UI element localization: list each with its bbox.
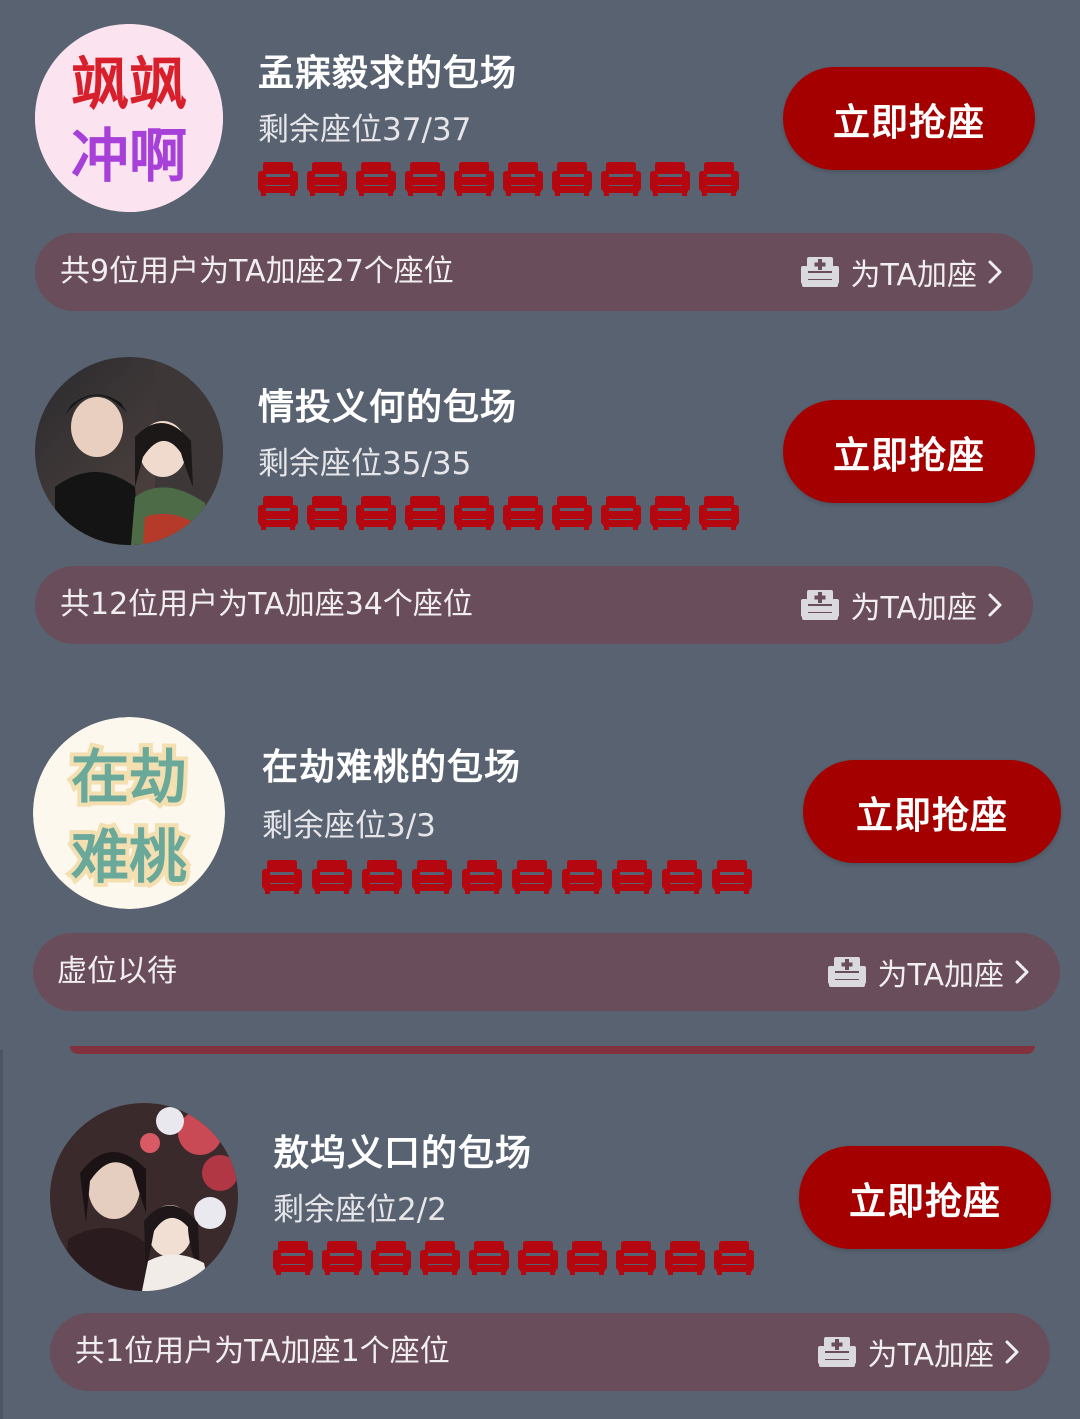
seat-icon <box>262 858 302 894</box>
session-card: 敖坞义口的包场 剩余座位2/2 立即抢座 共1位用户为TA加座1个座位 为TA加… <box>0 0 1080 1391</box>
seat-icon <box>273 1239 313 1275</box>
seat-icon <box>322 1239 362 1275</box>
add-seat-bar: 共1位用户为TA加座1个座位 为TA加座 <box>50 1313 1050 1391</box>
seat-icon <box>405 494 445 530</box>
avatar-text-line1: 在劫 <box>71 743 187 811</box>
grab-seat-button[interactable]: 立即抢座 <box>799 1146 1051 1249</box>
seat-icon <box>307 494 347 530</box>
seat-icon <box>712 858 752 894</box>
seat-icon <box>665 1239 705 1275</box>
add-seat-label: 为TA加座 <box>850 591 977 626</box>
seat-icon <box>258 494 298 530</box>
add-seat-icon <box>827 953 867 991</box>
avatar[interactable]: 在劫 在劫 难桃 难桃 <box>33 717 225 909</box>
seat-icon <box>420 1239 460 1275</box>
chevron-right-icon <box>987 592 1003 618</box>
seat-icon <box>412 858 452 894</box>
seat-icon <box>362 858 402 894</box>
session-title: 敖坞义口的包场 <box>273 1133 533 1174</box>
seat-icon <box>714 1239 754 1275</box>
seat-icon <box>503 494 543 530</box>
seat-icon <box>469 1239 509 1275</box>
seat-icon <box>552 494 592 530</box>
add-seat-icon <box>817 1333 857 1371</box>
added-seats-summary: 虚位以待 <box>57 954 177 989</box>
seat-icon <box>616 1239 656 1275</box>
session-title: 情投义何的包场 <box>258 387 518 428</box>
seat-icon <box>518 1239 558 1275</box>
add-seat-link[interactable]: 为TA加座 <box>800 566 1003 644</box>
remaining-seats: 剩余座位3/3 <box>262 808 436 844</box>
seat-row <box>262 858 752 894</box>
avatar-text-line2: 难桃 <box>71 823 187 891</box>
seat-icon <box>454 494 494 530</box>
seat-icon <box>699 494 739 530</box>
seat-icon <box>601 494 641 530</box>
divider <box>0 1050 3 1419</box>
seat-row <box>273 1239 754 1275</box>
add-seat-icon <box>800 586 840 624</box>
seat-icon <box>662 858 702 894</box>
added-seats-summary: 共1位用户为TA加座1个座位 <box>75 1334 450 1369</box>
seat-icon <box>512 858 552 894</box>
chevron-right-icon <box>1004 1339 1020 1365</box>
grab-seat-button[interactable]: 立即抢座 <box>783 400 1035 503</box>
avatar[interactable] <box>35 357 223 545</box>
add-seat-label: 为TA加座 <box>877 958 1004 993</box>
seat-icon <box>356 494 396 530</box>
avatar[interactable] <box>50 1103 238 1291</box>
add-seat-link[interactable]: 为TA加座 <box>817 1313 1020 1391</box>
seat-icon <box>312 858 352 894</box>
remaining-seats: 剩余座位35/35 <box>258 446 472 482</box>
add-seat-label: 为TA加座 <box>867 1338 994 1373</box>
remaining-seats: 剩余座位2/2 <box>273 1192 447 1228</box>
seat-icon <box>650 494 690 530</box>
grab-seat-button[interactable]: 立即抢座 <box>803 760 1061 863</box>
seat-row <box>258 494 739 530</box>
divider <box>70 1046 1035 1054</box>
add-seat-bar: 虚位以待 为TA加座 <box>33 933 1060 1011</box>
seat-icon <box>567 1239 607 1275</box>
added-seats-summary: 共12位用户为TA加座34个座位 <box>60 587 473 622</box>
session-title: 在劫难桃的包场 <box>262 747 522 788</box>
seat-icon <box>612 858 652 894</box>
seat-icon <box>462 858 502 894</box>
chevron-right-icon <box>1014 959 1030 985</box>
add-seat-link[interactable]: 为TA加座 <box>827 933 1030 1011</box>
seat-icon <box>371 1239 411 1275</box>
add-seat-bar: 共12位用户为TA加座34个座位 为TA加座 <box>35 566 1033 644</box>
seat-icon <box>562 858 602 894</box>
